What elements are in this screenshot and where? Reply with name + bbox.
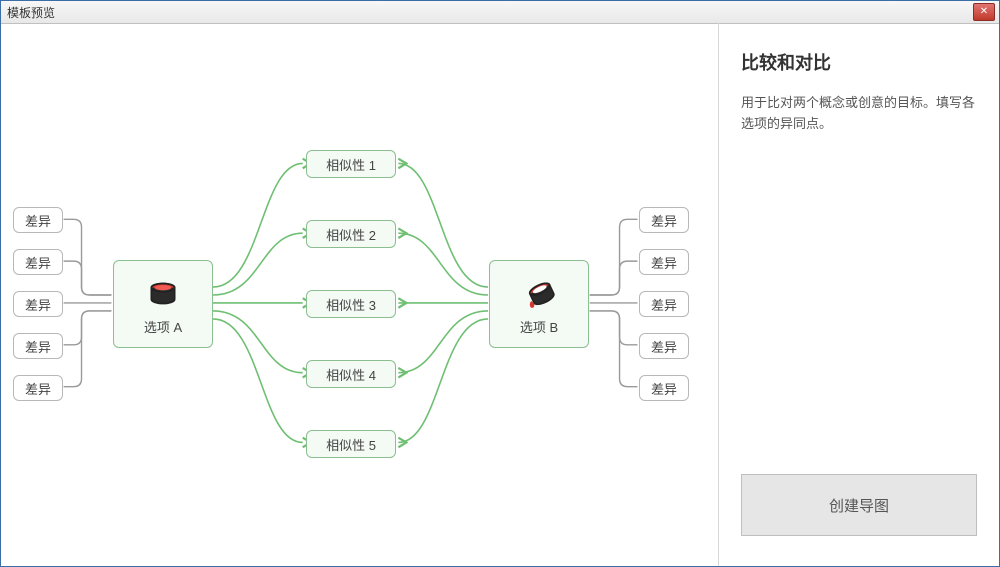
diff-a-node[interactable]: 差异 xyxy=(13,207,63,233)
create-map-button[interactable]: 创建导图 xyxy=(741,474,977,536)
diff-label: 差异 xyxy=(25,211,51,230)
similar-label: 相似性 3 xyxy=(326,295,376,314)
diff-b-node[interactable]: 差异 xyxy=(639,333,689,359)
option-b-node[interactable]: 选项 B xyxy=(489,260,589,348)
diff-b-node[interactable]: 差异 xyxy=(639,249,689,275)
similar-node[interactable]: 相似性 3 xyxy=(306,290,396,318)
similar-label: 相似性 1 xyxy=(326,155,376,174)
diff-b-node[interactable]: 差异 xyxy=(639,291,689,317)
template-description: 用于比对两个概念或创意的目标。填写各选项的异同点。 xyxy=(741,93,977,135)
close-button[interactable]: ✕ xyxy=(973,3,995,21)
similar-node[interactable]: 相似性 1 xyxy=(306,150,396,178)
diff-a-node[interactable]: 差异 xyxy=(13,249,63,275)
similar-label: 相似性 5 xyxy=(326,435,376,454)
titlebar: 模板预览 ✕ xyxy=(1,1,999,24)
dialog-window: 模板预览 ✕ xyxy=(0,0,1000,567)
similar-label: 相似性 2 xyxy=(326,225,376,244)
diff-label: 差异 xyxy=(651,379,677,398)
diff-label: 差异 xyxy=(651,295,677,314)
diff-a-node[interactable]: 差异 xyxy=(13,375,63,401)
diff-a-node[interactable]: 差异 xyxy=(13,291,63,317)
diff-a-node[interactable]: 差异 xyxy=(13,333,63,359)
paint-bucket-a-icon xyxy=(146,281,180,311)
option-b-label: 选项 B xyxy=(520,317,558,336)
diff-b-node[interactable]: 差异 xyxy=(639,207,689,233)
diff-label: 差异 xyxy=(25,253,51,272)
diff-label: 差异 xyxy=(651,253,677,272)
diff-label: 差异 xyxy=(25,295,51,314)
side-panel: 比较和对比 用于比对两个概念或创意的目标。填写各选项的异同点。 创建导图 xyxy=(719,23,999,566)
option-a-node[interactable]: 选项 A xyxy=(113,260,213,348)
diff-label: 差异 xyxy=(651,211,677,230)
similar-node[interactable]: 相似性 4 xyxy=(306,360,396,388)
create-map-label: 创建导图 xyxy=(829,495,889,516)
diff-label: 差异 xyxy=(651,337,677,356)
diff-b-node[interactable]: 差异 xyxy=(639,375,689,401)
paint-bucket-b-icon xyxy=(522,281,556,311)
template-heading: 比较和对比 xyxy=(741,49,977,75)
similar-node[interactable]: 相似性 2 xyxy=(306,220,396,248)
option-a-label: 选项 A xyxy=(144,317,182,336)
dialog-body: 差异 差异 差异 差异 差异 选项 A 相似性 1 相似性 2 xyxy=(1,23,999,566)
similar-label: 相似性 4 xyxy=(326,365,376,384)
diff-label: 差异 xyxy=(25,379,51,398)
diagram-canvas: 差异 差异 差异 差异 差异 选项 A 相似性 1 相似性 2 xyxy=(1,23,719,566)
similar-node[interactable]: 相似性 5 xyxy=(306,430,396,458)
close-icon: ✕ xyxy=(980,7,988,17)
window-title: 模板预览 xyxy=(7,4,55,21)
diff-label: 差异 xyxy=(25,337,51,356)
